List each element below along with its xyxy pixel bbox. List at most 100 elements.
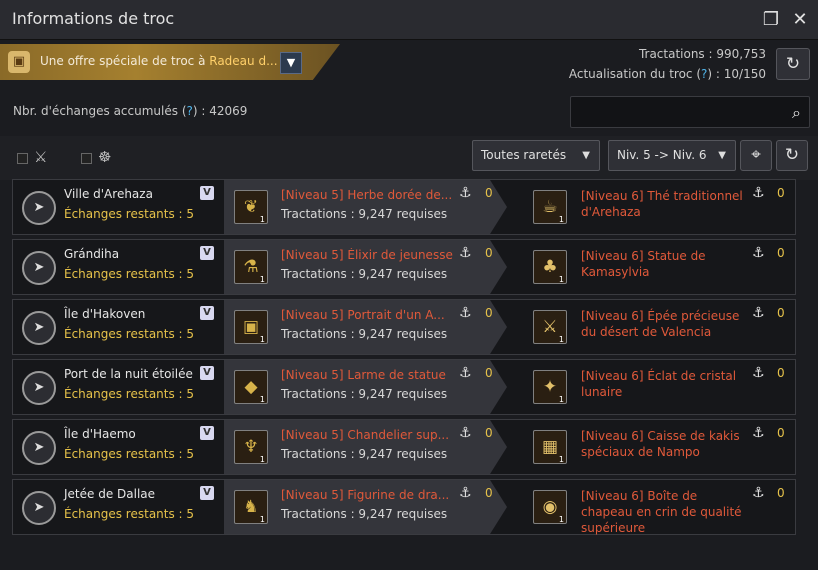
- ship-badge-icon[interactable]: V: [200, 306, 214, 320]
- remaining-exchanges: Échanges restants : 5: [64, 507, 195, 521]
- filter-checkbox-1[interactable]: [17, 153, 28, 164]
- receive-anchor-count: 0: [777, 426, 785, 440]
- barter-row: ➤ Jetée de Dallae Échanges restants : 5 …: [12, 479, 796, 535]
- anchor-icon: ⚓: [752, 185, 765, 201]
- rarity-select[interactable]: Toutes raretés ▼: [472, 140, 600, 171]
- receive-item-name: [Niveau 6] Éclat de cristal lunaire: [581, 369, 737, 399]
- remaining-exchanges: Échanges restants : 5: [64, 387, 195, 401]
- tea-icon[interactable]: ☕ 1: [533, 190, 567, 224]
- play-icon[interactable]: ➤: [22, 431, 56, 465]
- give-anchor-count: 0: [485, 426, 493, 440]
- receive-item-name: [Niveau 6] Caisse de kakis spéciaux de N…: [581, 429, 740, 459]
- anchor-icon: ⚓: [752, 245, 765, 261]
- filter-checkbox-2[interactable]: [81, 153, 92, 164]
- reset-filter-button[interactable]: ↻: [776, 140, 808, 171]
- popout-icon[interactable]: ❐: [760, 9, 782, 31]
- anchor-icon: ⚓: [459, 365, 472, 381]
- dragon-figurine-icon[interactable]: ♞ 1: [234, 490, 268, 524]
- give-anchor-count: 0: [485, 486, 493, 500]
- hatbox-icon[interactable]: ◉ 1: [533, 490, 567, 524]
- statue-icon[interactable]: ♣ 1: [533, 250, 567, 284]
- give-item-name: [Niveau 5] Élixir de jeunesse: [281, 248, 453, 262]
- remaining-exchanges: Échanges restants : 5: [64, 267, 195, 281]
- candlestick-icon[interactable]: ♆ 1: [234, 430, 268, 464]
- ship-badge-icon[interactable]: V: [200, 366, 214, 380]
- receive-item-name: [Niveau 6] Statue de Kamasylvia: [581, 249, 706, 279]
- give-item-requirement: Tractations : 9,247 requises: [281, 267, 448, 281]
- give-item-requirement: Tractations : 9,247 requises: [281, 447, 448, 461]
- remaining-exchanges: Échanges restants : 5: [64, 327, 195, 341]
- give-item-requirement: Tractations : 9,247 requises: [281, 387, 448, 401]
- receive-anchor-count: 0: [777, 486, 785, 500]
- search-input[interactable]: ⌕: [570, 96, 810, 128]
- give-anchor-count: 0: [485, 186, 493, 200]
- receive-anchor-count: 0: [777, 366, 785, 380]
- special-offer-banner: ▣ Une offre spéciale de troc à Radeau d.…: [0, 44, 340, 80]
- city-name: Île d'Hakoven: [64, 307, 146, 321]
- barter-row: ➤ Grándiha Échanges restants : 5 V ⚗ 1 [N…: [12, 239, 796, 295]
- search-icon[interactable]: ⌕: [792, 103, 801, 123]
- anchor-icon: ⚓: [459, 185, 472, 201]
- crystal-icon[interactable]: ✦ 1: [533, 370, 567, 404]
- portrait-icon[interactable]: ▣ 1: [234, 310, 268, 344]
- anchor-icon: ⚓: [752, 485, 765, 501]
- barter-row: ➤ Ville d'Arehaza Échanges restants : 5 …: [12, 179, 796, 235]
- give-item-name: [Niveau 5] Figurine de dra...: [281, 488, 450, 502]
- anchor-icon: ⚓: [459, 485, 472, 501]
- bag-icon: ▣: [8, 51, 30, 73]
- receive-item-name: [Niveau 6] Thé traditionnel d'Arehaza: [581, 189, 743, 219]
- give-item-name: [Niveau 5] Portrait d'un A...: [281, 308, 445, 322]
- remaining-exchanges: Échanges restants : 5: [64, 447, 195, 461]
- barter-row: ➤ Port de la nuit étoilée Échanges resta…: [12, 359, 796, 415]
- barter-row: ➤ Île d'Haemo Échanges restants : 5 V ♆ 1…: [12, 419, 796, 475]
- locate-button[interactable]: ⌖: [740, 140, 772, 171]
- receive-anchor-count: 0: [777, 246, 785, 260]
- herb-icon[interactable]: ❦ 1: [234, 190, 268, 224]
- give-item-name: [Niveau 5] Larme de statue: [281, 368, 446, 382]
- play-icon[interactable]: ➤: [22, 311, 56, 345]
- receive-anchor-count: 0: [777, 306, 785, 320]
- ship-badge-icon[interactable]: V: [200, 426, 214, 440]
- anchor-icon: ⚓: [459, 245, 472, 261]
- crate-icon[interactable]: ▦ 1: [533, 430, 567, 464]
- give-item-name: [Niveau 5] Chandelier sup...: [281, 428, 450, 442]
- ship-badge-icon[interactable]: V: [200, 186, 214, 200]
- anchor-icon: ⚓: [752, 425, 765, 441]
- banner-dropdown-button[interactable]: ▼: [280, 52, 302, 74]
- sword-icon[interactable]: ⚔ 1: [533, 310, 567, 344]
- refresh-barter-button[interactable]: ↻: [776, 48, 810, 80]
- anchor-icon: ⚓: [459, 425, 472, 441]
- refresh-stat: Actualisation du troc (?) : 10/150: [568, 67, 766, 81]
- ship-filter-icon: ☸: [98, 148, 112, 166]
- close-icon[interactable]: ✕: [789, 9, 811, 31]
- crosshair-icon: ⌖: [751, 145, 761, 165]
- refresh-icon: ↻: [784, 145, 800, 165]
- play-icon[interactable]: ➤: [22, 491, 56, 525]
- elixir-icon[interactable]: ⚗ 1: [234, 250, 268, 284]
- anchor-icon: ⚓: [752, 305, 765, 321]
- barter-row: ➤ Île d'Hakoven Échanges restants : 5 V …: [12, 299, 796, 355]
- ship-badge-icon[interactable]: V: [200, 246, 214, 260]
- give-item-requirement: Tractations : 9,247 requises: [281, 207, 448, 221]
- play-icon[interactable]: ➤: [22, 191, 56, 225]
- level-select[interactable]: Niv. 5 -> Niv. 6 ▼: [608, 140, 736, 171]
- give-anchor-count: 0: [485, 306, 493, 320]
- play-icon[interactable]: ➤: [22, 371, 56, 405]
- city-name: Port de la nuit étoilée: [64, 367, 193, 381]
- window-title: Informations de troc: [12, 9, 175, 28]
- anchor-icon: ⚓: [752, 365, 765, 381]
- city-name: Grándiha: [64, 247, 120, 261]
- tractations-stat: Tractations : 990,753: [638, 47, 766, 61]
- play-icon[interactable]: ➤: [22, 251, 56, 285]
- refresh-icon: ↻: [785, 54, 801, 74]
- give-item-name: [Niveau 5] Herbe dorée de...: [281, 188, 453, 202]
- title-bar: Informations de troc ❐ ✕: [0, 0, 818, 40]
- ship-badge-icon[interactable]: V: [200, 486, 214, 500]
- accumulated-exchanges: Nbr. d'échanges accumulés (?) : 42069: [13, 104, 248, 118]
- receive-item-name: [Niveau 6] Épée précieuse du désert de V…: [581, 309, 740, 339]
- banner-text: Une offre spéciale de troc à Radeau d...: [40, 54, 278, 68]
- route-filter-icon: ⚔: [34, 148, 48, 166]
- give-item-requirement: Tractations : 9,247 requises: [281, 327, 448, 341]
- give-item-requirement: Tractations : 9,247 requises: [281, 507, 448, 521]
- tear-icon[interactable]: ◆ 1: [234, 370, 268, 404]
